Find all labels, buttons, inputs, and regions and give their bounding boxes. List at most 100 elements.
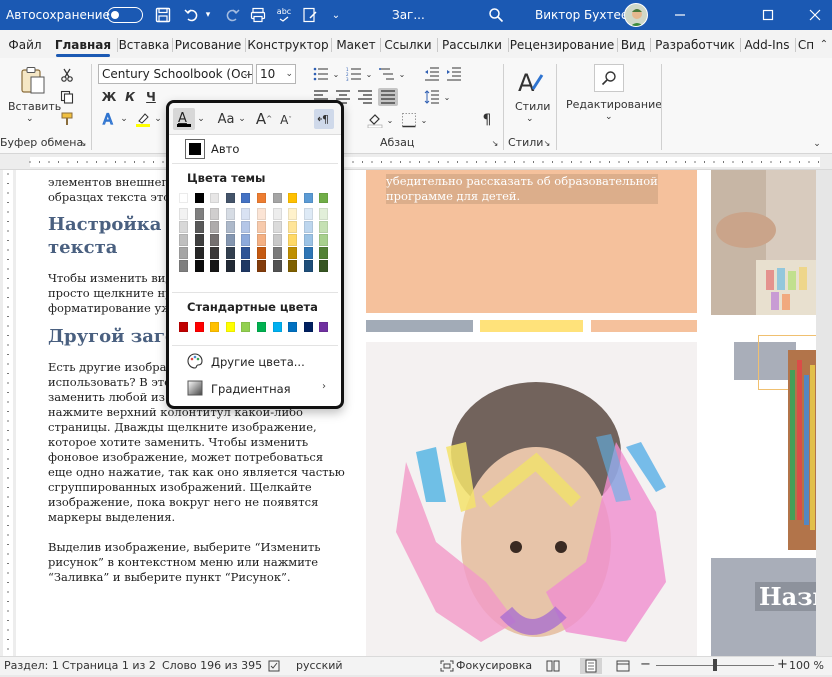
theme-color-swatch[interactable] [241,260,251,272]
zoom-level[interactable]: 100 % [789,659,824,672]
increase-indent-icon[interactable] [445,65,463,83]
theme-color-swatch[interactable] [257,208,266,220]
search-icon[interactable] [486,5,506,25]
redo-icon[interactable] [222,5,242,25]
theme-color-swatch[interactable] [303,208,313,220]
theme-color-swatch[interactable] [179,260,188,272]
standard-color-swatch[interactable] [257,322,266,332]
underline-button[interactable]: Ч [142,88,160,106]
text-effects-icon[interactable]: A [100,110,118,128]
standard-color-swatch[interactable] [288,322,298,332]
zoom-out-icon[interactable]: − [640,657,651,672]
theme-color-swatch[interactable] [303,221,313,233]
theme-color-swatch[interactable] [179,193,188,203]
paragraph-launcher-icon[interactable]: ↘ [490,138,500,148]
standard-color-swatch[interactable] [194,322,204,332]
read-mode-icon[interactable] [546,660,560,672]
theme-color-swatch[interactable] [194,208,204,220]
theme-color-swatch[interactable] [272,234,282,246]
close-icon[interactable] [805,5,825,25]
theme-color-swatch[interactable] [241,208,251,220]
tab-view[interactable]: Вид [618,30,648,58]
orange-text-box[interactable]: убедительно рассказать об образовательно… [366,170,697,313]
highlight-icon[interactable] [134,110,152,128]
gradient-item[interactable]: Градиентная [211,382,291,396]
tab-draw[interactable]: Рисование [174,30,242,58]
font-size-combo[interactable]: 10 ⌄ [256,64,296,84]
auto-color-label[interactable]: Авто [211,142,239,156]
para3-line[interactable]: которое хотите заменить. Чтобы изменить [48,435,348,450]
standard-color-swatch[interactable] [225,322,235,332]
edit-doc-icon[interactable] [300,5,320,25]
italic-button[interactable]: К [121,88,139,106]
para3-line[interactable]: изображение, пока вокруг него не появятс… [48,495,348,510]
proofing-icon[interactable] [268,660,282,672]
autosave-toggle[interactable] [107,7,143,23]
change-case-button[interactable]: Aa [215,109,237,129]
save-icon[interactable] [153,5,173,25]
highlight-dropdown-icon[interactable]: ⌄ [153,112,163,126]
paste-dropdown-icon[interactable]: ⌄ [26,114,34,124]
tab-layout[interactable]: Макет [333,30,379,58]
status-section[interactable]: Раздел: 1 [4,659,59,672]
shrink-font-button[interactable]: Aˇ [277,110,295,130]
theme-color-swatch[interactable] [319,208,329,220]
tab-home[interactable]: Главная [50,30,116,58]
theme-color-swatch[interactable] [194,234,204,246]
tab-file[interactable]: Файл [4,30,46,58]
user-avatar[interactable] [624,3,648,27]
theme-color-swatch[interactable] [288,208,298,220]
editing-label[interactable]: Редактирование [566,98,662,111]
theme-color-swatch[interactable] [225,234,235,246]
text-effects-dropdown-icon[interactable]: ⌄ [119,112,129,126]
ribbon-collapse-icon[interactable]: ⌃ [816,36,832,52]
standard-color-swatch[interactable] [241,322,251,332]
theme-color-swatch[interactable] [179,208,188,220]
theme-color-swatch[interactable] [225,247,235,259]
para3-line[interactable]: еще одно нажатие, так как оно является ч… [48,465,348,480]
auto-color-swatch-frame[interactable] [185,139,205,159]
theme-color-swatch[interactable] [225,208,235,220]
tab-references[interactable]: Ссылки [382,30,434,58]
status-page[interactable]: Страница 1 из 2 [62,659,156,672]
cut-icon[interactable] [58,66,76,84]
copy-icon[interactable] [58,88,76,106]
editing-dropdown-icon[interactable]: ⌄ [605,112,613,122]
paste-icon[interactable] [16,64,50,98]
horizontal-ruler[interactable] [0,154,832,170]
theme-color-swatch[interactable] [288,234,298,246]
styles-launcher-icon[interactable]: ↘ [542,138,552,148]
theme-color-swatch[interactable] [288,260,298,272]
theme-color-swatch[interactable] [272,193,282,203]
theme-color-swatch[interactable] [257,193,266,203]
numbering-icon[interactable]: 123 [345,65,363,83]
tab-addins[interactable]: Add-Ins [742,30,792,58]
ribbon-expand-icon[interactable]: ⌄ [810,138,824,150]
styles-icon[interactable]: A [512,64,548,100]
theme-color-swatch[interactable] [303,234,313,246]
web-layout-icon[interactable] [616,660,630,672]
undo-icon[interactable] [182,5,202,25]
bullets-icon[interactable] [312,65,330,83]
theme-color-swatch[interactable] [225,260,235,272]
para3-line[interactable]: маркеры выделения. [48,510,348,525]
print-layout-icon[interactable] [580,658,602,674]
child-photo[interactable] [366,342,697,656]
theme-color-swatch[interactable] [210,247,220,259]
para3-line[interactable]: фоновое изображение, может потребоваться [48,450,348,465]
paste-label[interactable]: Вставить [8,100,61,113]
para4-line[interactable]: рисунок” в контекстном меню или нажмите [48,555,348,570]
pencils-photo[interactable] [788,350,816,550]
theme-color-swatch[interactable] [179,221,188,233]
customize-qat-icon[interactable]: ⌄ [326,5,346,25]
theme-color-swatch[interactable] [210,208,220,220]
zoom-slider[interactable] [656,659,774,671]
font-name-combo[interactable]: Century Schoolbook (Осно ⌄ [98,64,253,84]
status-language[interactable]: русский [296,659,343,672]
standard-color-swatch[interactable] [210,322,220,332]
tab-insert[interactable]: Вставка [118,30,170,58]
theme-color-swatch[interactable] [194,221,204,233]
borders-dropdown-icon[interactable]: ⌄ [420,113,428,127]
standard-color-swatch[interactable] [272,322,282,332]
clipboard-launcher-icon[interactable]: ↘ [78,138,88,148]
